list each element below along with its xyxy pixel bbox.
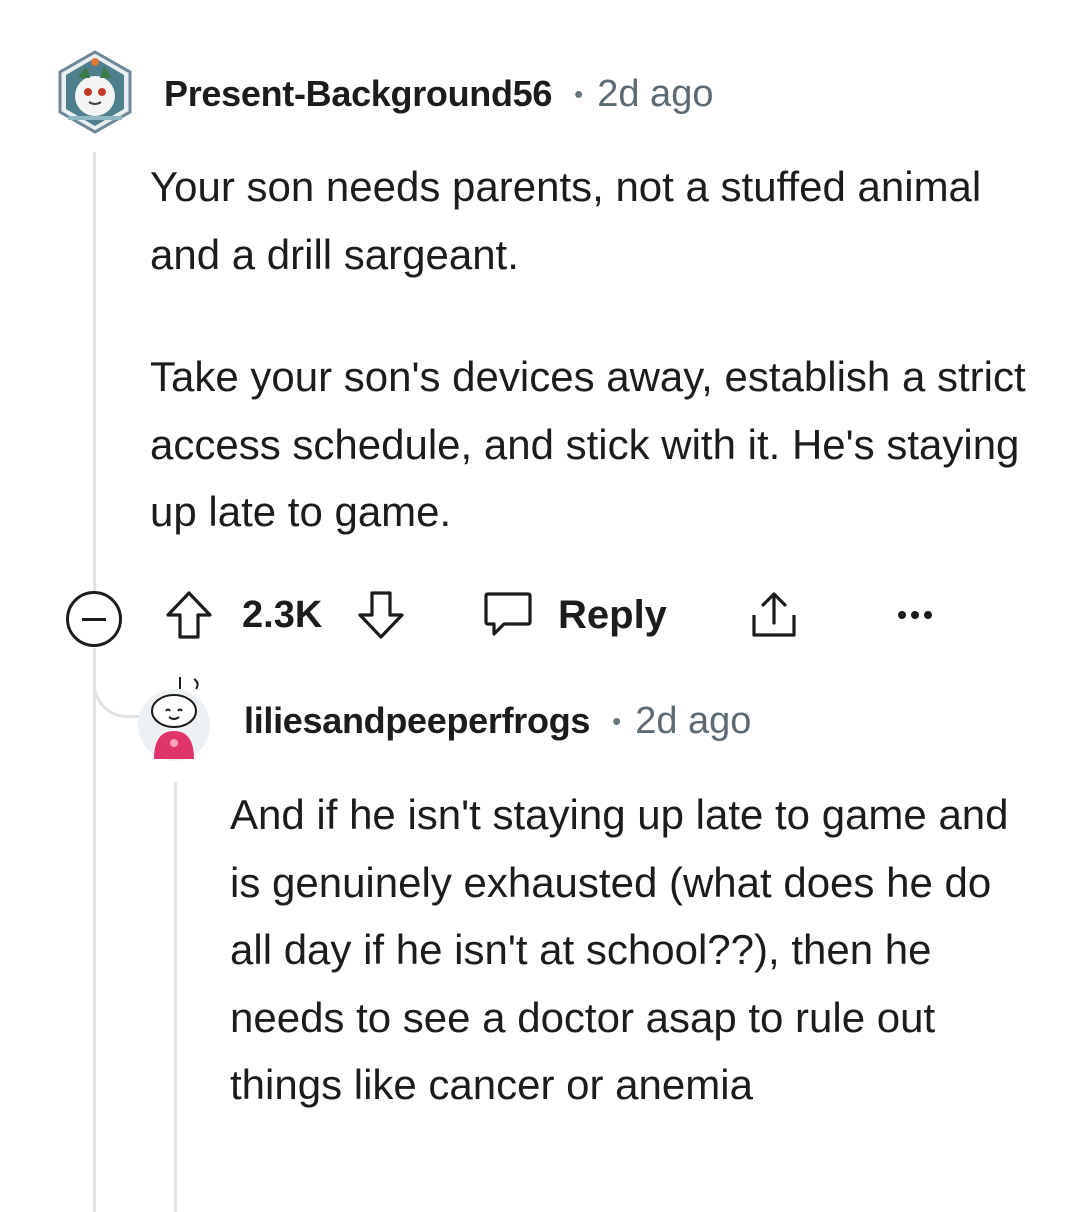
reply-username[interactable]: liliesandpeeperfrogs (244, 700, 590, 742)
meta-separator: • (574, 78, 584, 109)
more-options-icon[interactable] (896, 585, 936, 645)
reply-body: And if he isn't staying up late to game … (230, 781, 1030, 1119)
comment-action-bar: 2.3K Reply (66, 585, 966, 647)
comment-body: Your son needs parents, not a stuffed an… (150, 153, 1030, 546)
reply-button[interactable]: Reply (482, 585, 667, 645)
collapse-minus-icon[interactable] (66, 591, 122, 647)
meta-separator: • (612, 705, 622, 736)
user-avatar[interactable] (56, 48, 134, 134)
comment-paragraph: Your son needs parents, not a stuffed an… (150, 163, 982, 278)
reply-timestamp: 2d ago (635, 699, 752, 742)
comment-username[interactable]: Present-Background56 (164, 73, 552, 115)
comment-paragraph: Take your son's devices away, establish … (150, 353, 1026, 535)
comment-thread: Present-Background56 • 2d ago Your son n… (0, 0, 1079, 1212)
reply-label: Reply (558, 592, 667, 637)
user-avatar[interactable] (136, 675, 214, 761)
vote-score: 2.3K (242, 593, 323, 636)
reply-meta: liliesandpeeperfrogs • 2d ago (244, 695, 751, 747)
downvote-arrow-icon[interactable] (356, 585, 406, 645)
comment-timestamp: 2d ago (597, 72, 714, 115)
upvote-arrow-icon[interactable] (164, 585, 214, 645)
thread-line-reply[interactable] (174, 782, 177, 1212)
reply-paragraph: And if he isn't staying up late to game … (230, 791, 1009, 1108)
comment-meta: Present-Background56 • 2d ago (164, 68, 713, 120)
speech-bubble-icon (482, 590, 534, 640)
share-icon[interactable] (748, 585, 800, 645)
thread-line-parent-lower[interactable] (93, 648, 96, 1212)
thread-line-parent[interactable] (93, 152, 96, 592)
